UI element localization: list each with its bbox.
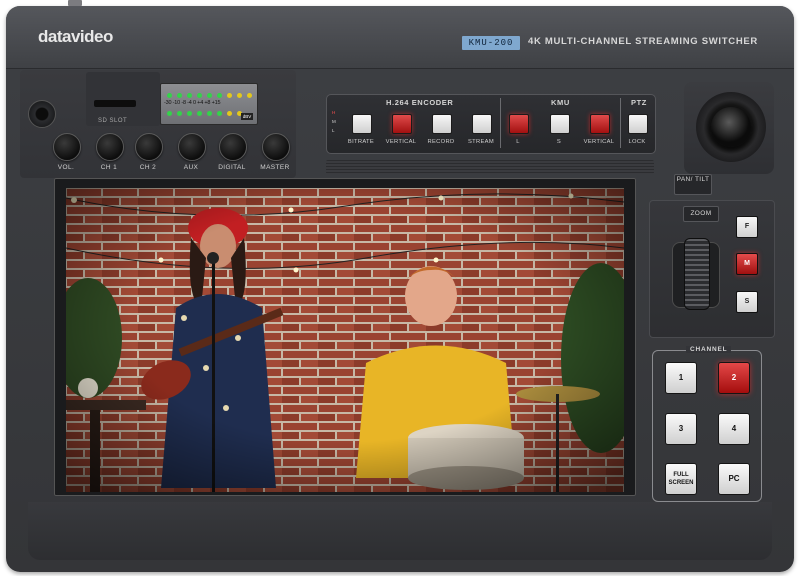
level-indicator-l: L — [332, 128, 335, 133]
knob-label: DIGITAL — [218, 164, 246, 171]
meter-led — [177, 93, 182, 98]
ptz-lock-button[interactable] — [628, 114, 648, 134]
speed-medium-button[interactable]: M — [736, 253, 758, 275]
speed-fast-button[interactable]: F — [736, 216, 758, 238]
audio-level-meter: -30 -10 -8 -4 0 +4 +8 +15 dBV — [160, 83, 258, 125]
button-label: L — [516, 139, 520, 145]
meter-led — [177, 111, 182, 116]
digital-knob[interactable] — [219, 133, 247, 161]
button-label: S — [556, 139, 562, 145]
pan-tilt-label: PAN/ TILT — [674, 174, 712, 195]
knob-label: CH 2 — [139, 164, 157, 171]
stream-button[interactable] — [472, 114, 492, 134]
button-label: RECORD — [427, 139, 455, 145]
meter-led — [247, 93, 252, 98]
preview-screen — [66, 188, 624, 492]
channel-1-button[interactable]: 1 — [665, 362, 697, 394]
encoder-title: H.264 ENCODER — [386, 98, 454, 107]
speed-slow-button[interactable]: S — [736, 291, 758, 313]
live-video-feed — [66, 188, 624, 492]
meter-led — [187, 111, 192, 116]
meter-led — [167, 93, 172, 98]
bottom-bar — [28, 502, 772, 560]
channel-4-button[interactable]: 4 — [718, 413, 750, 445]
ch1-knob[interactable] — [96, 133, 124, 161]
meter-led — [197, 111, 202, 116]
knob-label: AUX — [183, 164, 199, 171]
bitrate-button[interactable] — [352, 114, 372, 134]
ptz-title: PTZ — [631, 98, 647, 107]
channel-2-button[interactable]: 2 — [718, 362, 750, 394]
meter-led — [207, 111, 212, 116]
level-indicator-h: H — [332, 110, 336, 115]
ptz-joystick[interactable] — [711, 107, 751, 147]
knob-label: VOL. — [57, 164, 75, 171]
meter-led — [197, 93, 202, 98]
sd-card-slot[interactable] — [94, 100, 136, 107]
meter-led — [217, 93, 222, 98]
knob-label: MASTER — [260, 164, 290, 171]
headphone-jack-icon[interactable] — [28, 100, 56, 128]
level-indicator-m: M — [332, 119, 336, 124]
full-screen-button[interactable]: FULL SCREEN — [665, 463, 697, 495]
zoom-rocker[interactable] — [684, 238, 710, 310]
vertical-encoder-button[interactable] — [392, 114, 412, 134]
kmu-title: KMU — [551, 98, 570, 107]
model-title: 4K MULTI-CHANNEL STREAMING SWITCHER — [528, 36, 758, 47]
ch2-knob[interactable] — [135, 133, 163, 161]
meter-scale: -30 -10 -8 -4 0 +4 +8 +15 — [164, 100, 221, 106]
zoom-label: ZOOM — [683, 206, 719, 222]
brand-logo: datavideo — [38, 27, 113, 46]
meter-led — [227, 111, 232, 116]
meter-led — [237, 93, 242, 98]
record-button[interactable] — [432, 114, 452, 134]
button-label: LOCK — [628, 139, 646, 145]
volume-knob[interactable] — [53, 133, 81, 161]
button-label: BITRATE — [347, 139, 375, 145]
pc-button[interactable]: PC — [718, 463, 750, 495]
aux-knob[interactable] — [178, 133, 206, 161]
kmu-s-button[interactable] — [550, 114, 570, 134]
meter-led — [217, 111, 222, 116]
kmu-vertical-button[interactable] — [590, 114, 610, 134]
master-knob[interactable] — [262, 133, 290, 161]
meter-led — [227, 93, 232, 98]
knob-label: CH 1 — [100, 164, 118, 171]
meter-led — [167, 111, 172, 116]
meter-led — [187, 93, 192, 98]
channel-3-button[interactable]: 3 — [665, 413, 697, 445]
meter-logo: dBV — [241, 113, 253, 120]
model-badge: KMU-200 — [462, 36, 520, 50]
meter-led — [207, 93, 212, 98]
kmu-l-button[interactable] — [509, 114, 529, 134]
vent-grille — [326, 160, 654, 174]
channel-title: CHANNEL — [686, 346, 732, 353]
button-label: VERTICAL — [385, 139, 417, 145]
sd-slot-label: SD SLOT — [98, 118, 128, 124]
